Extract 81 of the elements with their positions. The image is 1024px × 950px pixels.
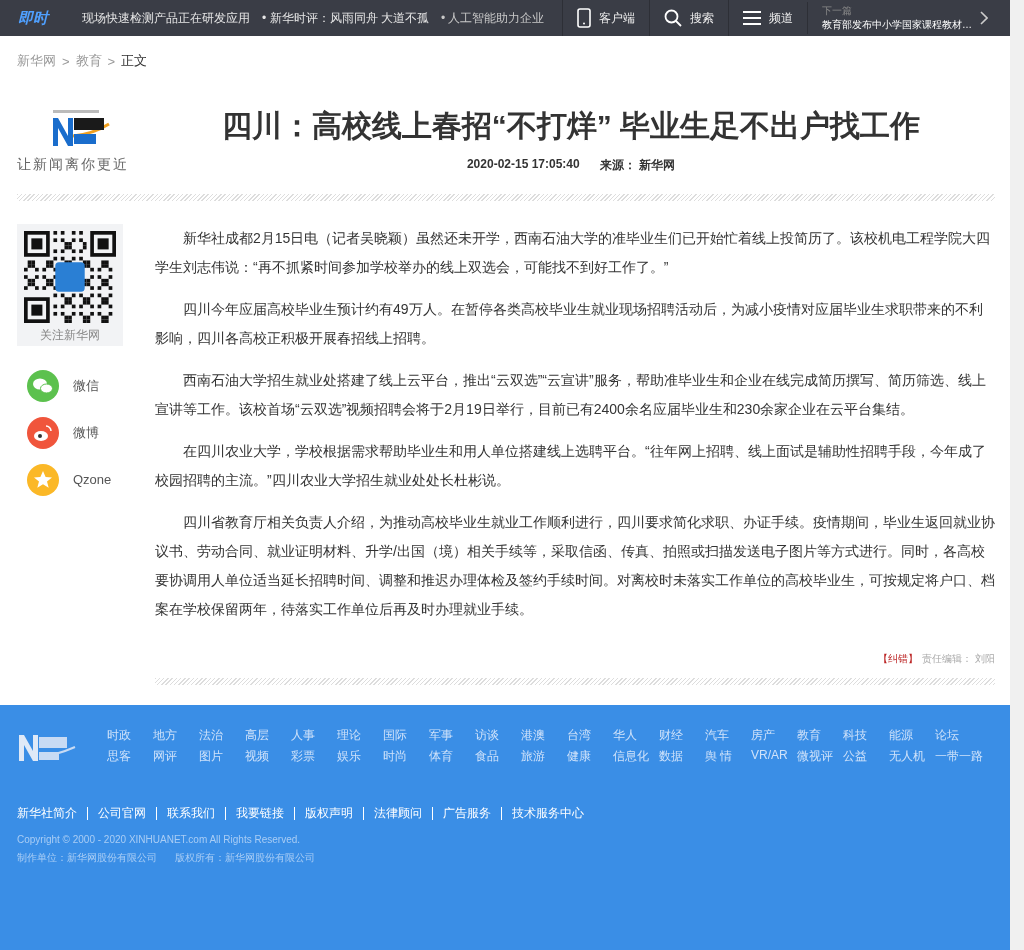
channel-link[interactable]: 健康 (567, 748, 613, 765)
footer-link[interactable]: 广告服务 (443, 805, 491, 822)
news-ticker-link[interactable]: 现场快速检测产品正在研发应用 (82, 9, 250, 27)
footer-link[interactable]: 联系我们 (167, 805, 215, 822)
search-link[interactable]: 搜索 (649, 0, 728, 36)
breadcrumb-separator-icon: > (62, 53, 70, 69)
channel-link[interactable]: 军事 (429, 727, 475, 744)
share-link[interactable]: 微博 (17, 409, 155, 456)
footer-link[interactable]: 新华社简介 (17, 805, 77, 822)
share-link[interactable]: 微信 (17, 362, 155, 409)
article-paragraph: 在四川农业大学，学校根据需求帮助毕业生和用人单位搭建线上选聘平台。“往年网上招聘、线上面试是辅助性招聘手段，今年成了校园招聘的主流。”四川农业大学招生就业处处长杜彬说。 (155, 442, 987, 490)
channel-link[interactable]: 数据 (659, 748, 705, 765)
footer-link[interactable]: 我要链接 (236, 805, 284, 822)
footer-link[interactable]: 法律顾问 (374, 805, 422, 822)
channel-link[interactable]: 时尚 (383, 748, 429, 765)
channel-link[interactable]: 时政 (107, 727, 153, 744)
channel-link[interactable]: 能源 (889, 727, 935, 744)
article-paragraph: 四川省教育厅相关负责人介绍，为推动高校毕业生就业工作顺利进行，四川要求简化求职、办证手续。疫情期间，毕业生返回就业协议书、劳动合同、就业证明材料、升学/出国（境）相关手续等，采取信函、传真、拍照或扫描发送电子图片等方式进行。同时，各高校要协调用人单位适当延长招聘时间、调整和推迟办理体检及签约手续时间。对离校时未落实工作单位的高校毕业生，可按规定将户口、档案在学校保留两年，待落实工作单位后再及时办理就业手续。 (155, 513, 995, 619)
footer-link[interactable]: 公司官网 (98, 805, 146, 822)
channel-link[interactable]: 微视评 (797, 748, 843, 765)
copyright-text: Copyright © 2000 - 2020 XINHUANET.com All Rights Reserved. (17, 834, 302, 845)
channel-link[interactable]: 港澳 (521, 727, 567, 744)
channel-link[interactable]: 视频 (245, 748, 291, 765)
channel-link[interactable]: 台湾 (567, 727, 613, 744)
search-icon (664, 9, 682, 27)
channel-link[interactable]: 法治 (199, 727, 245, 744)
channel-link[interactable]: 无人机 (889, 748, 935, 765)
menu-link[interactable]: 频道 (728, 0, 807, 36)
article-paragraph: 西南石油大学招生就业处搭建了线上云平台，推出“云双选”“云宣讲”服务，帮助准毕业生和企业在线完成简历撰写、简历筛选、线上宣讲等工作。该校首场“云双选”视频招聘会将于2月19日举行，目前已有2400余名应届毕业生和230余家企业在云平台集结。 (155, 371, 987, 419)
chevron-right-icon[interactable] (980, 11, 988, 25)
channel-link[interactable]: 论坛 (935, 727, 981, 744)
footer-link[interactable]: 技术服务中心 (512, 805, 584, 822)
channel-link[interactable]: 房产 (751, 727, 797, 744)
channel-link[interactable]: 国际 (383, 727, 429, 744)
channel-link[interactable]: 人事 (291, 727, 337, 744)
channel-link[interactable]: 科技 (843, 727, 889, 744)
owner-text: 版权所有：新华网股份有限公司 (175, 851, 315, 865)
qr-caption: 关注新华网 (40, 327, 100, 344)
channel-link[interactable]: 信息化 (613, 748, 659, 765)
channel-link[interactable]: 地方 (153, 727, 199, 744)
channel-link[interactable]: 财经 (659, 727, 705, 744)
channel-link[interactable]: 汽车 (705, 727, 751, 744)
article-source: 来源： 新华网 (599, 157, 676, 174)
qr-code-icon (24, 231, 116, 323)
phone-link[interactable]: 客户端 (562, 0, 649, 36)
breadcrumb-separator-icon: > (107, 53, 116, 69)
slogan: 让新闻离你更近 (17, 156, 129, 174)
menu-icon (743, 10, 761, 26)
channel-link[interactable]: VR/AR (751, 748, 797, 765)
channel-link[interactable]: 舆 情 (705, 748, 751, 765)
channel-link[interactable]: 娱乐 (337, 748, 383, 765)
channel-link[interactable]: 理论 (337, 727, 383, 744)
news-ticker-link[interactable]: • 新华时评：风雨同舟 大道不孤 (262, 9, 429, 27)
channel-link[interactable]: 旅游 (521, 748, 567, 765)
news-ticker-link[interactable]: • 人工智能助力企业 (440, 9, 545, 27)
producer-text: 制作单位：新华网股份有限公司 (17, 851, 157, 865)
channel-link[interactable]: 网评 (153, 748, 199, 765)
share-link[interactable]: Qzone (17, 456, 155, 503)
channel-link[interactable]: 食品 (475, 748, 521, 765)
channel-link[interactable]: 访谈 (475, 727, 521, 744)
channel-link[interactable]: 彩票 (291, 748, 337, 765)
channel-link[interactable]: 高层 (245, 727, 291, 744)
channel-link[interactable]: 一带一路 (935, 748, 981, 765)
logo[interactable]: 即时 (18, 8, 48, 28)
channel-link[interactable]: 教育 (797, 727, 843, 744)
footer-link[interactable]: 版权声明 (305, 805, 353, 822)
channel-link[interactable]: 公益 (843, 748, 889, 765)
phone-icon (577, 8, 591, 28)
channel-link[interactable]: 思客 (107, 748, 153, 765)
editor-credit: 责任编辑： 刘阳 (922, 652, 995, 666)
article-paragraph: 新华社成都2月15日电（记者吴晓颖）虽然还未开学，西南石油大学的准毕业生们已开始忙着线上投简历了。该校机电工程学院大四学生刘志伟说：“再不抓紧时间参加学校举办的线上双选会，可能找不到好工作了。” (155, 229, 992, 277)
channel-link[interactable]: 图片 (199, 748, 245, 765)
article-paragraph: 四川今年应届高校毕业生预计约有49万人。在暂停各类高校毕业生就业现场招聘活动后，为减小疫情对应届毕业生求职带来的不利影响，四川各高校正积极开展春招线上招聘。 (155, 300, 984, 348)
article-title: 四川：高校线上春招“不打烊” 毕业生足不出户找工作 (221, 108, 921, 144)
breadcrumb-link[interactable]: 教育 (75, 52, 102, 70)
publish-date: 2020-02-15 17:05:40 (466, 157, 580, 173)
correction-link[interactable]: 【纠错】 (878, 652, 919, 666)
channel-link[interactable]: 体育 (429, 748, 475, 765)
channel-link[interactable]: 华人 (613, 727, 659, 744)
breadcrumb-link[interactable]: 新华网 (17, 52, 56, 70)
breadcrumb-link[interactable]: 正文 (121, 52, 148, 70)
